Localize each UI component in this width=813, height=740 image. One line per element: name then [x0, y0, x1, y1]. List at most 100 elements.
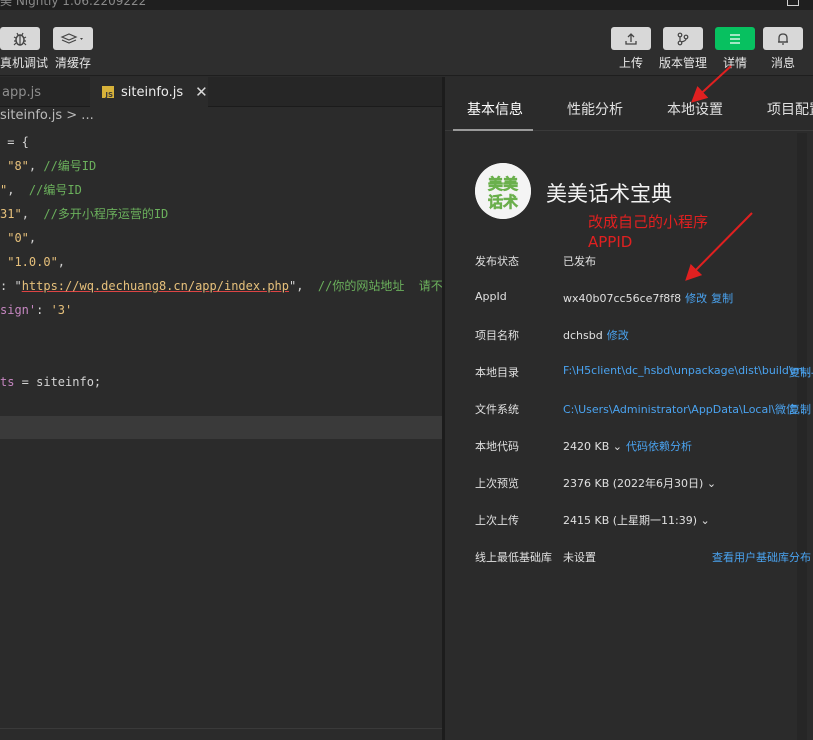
- row-value-text: wx40b07cc56ce7f8f8: [563, 292, 682, 305]
- details-tabs: 基本信息 性能分析 本地设置 项目配置: [445, 77, 813, 131]
- row-label: 本地目录: [475, 366, 519, 379]
- row-value: dchsbd 修改: [563, 327, 629, 343]
- current-line-highlight: [0, 416, 442, 439]
- code-token: '3': [50, 303, 73, 317]
- row-link[interactable]: 修改: [607, 329, 629, 342]
- row-value-text: 未设置: [563, 551, 596, 564]
- close-icon[interactable]: ✕: [195, 83, 208, 101]
- code-line[interactable]: [0, 346, 442, 370]
- annotation-line-1: 改成自己的小程序: [588, 213, 709, 231]
- active-tab-indicator: [453, 129, 533, 131]
- bug-icon: [13, 32, 27, 46]
- bell-icon: [778, 32, 788, 45]
- code-line[interactable]: ts = siteinfo;: [0, 370, 442, 394]
- row-value-text[interactable]: 2420 KB ⌄: [563, 440, 622, 453]
- row-value: wx40b07cc56ce7f8f8 修改 复制: [563, 290, 733, 306]
- row-value: 未设置: [563, 549, 596, 565]
- row-value: C:\Users\Administrator\AppData\Local\微信.…: [563, 401, 807, 417]
- annotation-line-2: APPID: [588, 233, 633, 251]
- messages-label: 消息: [771, 56, 796, 70]
- row-label: 线上最低基础库: [475, 551, 552, 564]
- upload-icon: [625, 32, 637, 45]
- row-value-text[interactable]: 2376 KB (2022年6月30日) ⌄: [563, 477, 716, 490]
- editor-status-divider: [0, 728, 442, 740]
- code-token: //编号ID: [43, 159, 97, 173]
- clear-cache-button[interactable]: [53, 27, 93, 50]
- menu-icon: [730, 33, 740, 44]
- row-link[interactable]: 修改: [685, 292, 707, 305]
- details-button[interactable]: [715, 27, 755, 50]
- upload-button[interactable]: [611, 27, 651, 50]
- row-value: 2376 KB (2022年6月30日) ⌄: [563, 475, 716, 491]
- code-line[interactable]: = {: [0, 130, 442, 154]
- logo-text-bottom: 话术: [488, 193, 518, 211]
- row-value: 2415 KB (上星期一11:39) ⌄: [563, 512, 710, 528]
- branch-icon: [677, 32, 689, 45]
- tab-performance[interactable]: 性能分析: [567, 99, 623, 119]
- breadcrumb[interactable]: siteinfo.js > ...: [0, 108, 94, 123]
- scrollbar[interactable]: [797, 133, 807, 740]
- tab-basic-info[interactable]: 基本信息: [467, 99, 523, 119]
- row-value: 2420 KB ⌄ 代码依赖分析: [563, 438, 692, 454]
- real-device-debug-button[interactable]: [0, 27, 40, 50]
- code-token: ts: [0, 375, 15, 389]
- row-link[interactable]: 代码依赖分析: [626, 440, 692, 453]
- real-device-debug-label: 真机调试: [0, 56, 49, 70]
- row-label: 上次预览: [475, 477, 519, 490]
- row-right-link[interactable]: 查看用户基础库分布: [712, 549, 811, 565]
- code-token: = siteinfo;: [14, 375, 102, 389]
- code-editor[interactable]: = { "8", //编号ID ", //编号ID 31", //多开小程序运营的I…: [0, 130, 442, 394]
- code-token: ,: [28, 231, 37, 245]
- code-token: ,: [28, 159, 44, 173]
- code-token: //你的网站地址 请不要把后: [317, 279, 442, 293]
- row-value-text: 已发布: [563, 255, 596, 268]
- row-value-text[interactable]: 2415 KB (上星期一11:39) ⌄: [563, 514, 710, 527]
- row-right-link[interactable]: 复制: [789, 401, 811, 417]
- version-management-label: 版本管理: [659, 56, 708, 70]
- row-label: 文件系统: [475, 403, 519, 416]
- code-token: ,: [21, 207, 44, 221]
- code-token: //多开小程序运营的ID: [43, 207, 169, 221]
- upload-label: 上传: [619, 56, 644, 70]
- row-label: AppId: [475, 290, 507, 303]
- row-label: 项目名称: [475, 329, 519, 342]
- code-line[interactable]: "1.0.0",: [0, 250, 442, 274]
- layers-icon: [60, 32, 83, 44]
- code-token: //编号ID: [28, 183, 82, 197]
- code-line[interactable]: "8", //编号ID: [0, 154, 442, 178]
- code-token: sign': [0, 303, 37, 317]
- row-label: 发布状态: [475, 255, 519, 268]
- clear-cache-label: 清缓存: [55, 56, 92, 70]
- row-link[interactable]: 复制: [711, 292, 733, 305]
- code-line[interactable]: sign': '3': [0, 298, 442, 322]
- annotation-text: 改成自己的小程序 APPID: [588, 212, 708, 252]
- messages-button[interactable]: [763, 27, 803, 50]
- tab-app-js[interactable]: app.js: [0, 77, 90, 107]
- row-label: 本地代码: [475, 440, 519, 453]
- code-line[interactable]: ", //编号ID: [0, 178, 442, 202]
- tab-siteinfo-js[interactable]: JS siteinfo.js ✕: [90, 77, 208, 107]
- toolbar: 真机调试 清缓存 上传 版本管理 详情 消息: [0, 10, 813, 76]
- row-value: 已发布: [563, 253, 596, 269]
- row-value: F:\H5client\dc_hsbd\unpackage\dist\build…: [563, 364, 813, 377]
- row-right-link[interactable]: 复制: [789, 364, 811, 380]
- row-link[interactable]: C:\Users\Administrator\AppData\Local\微信.…: [563, 403, 807, 416]
- code-line[interactable]: "0",: [0, 226, 442, 250]
- row-label: 上次上传: [475, 514, 519, 527]
- row-link[interactable]: F:\H5client\dc_hsbd\unpackage\dist\build…: [563, 364, 813, 377]
- tab-local-settings[interactable]: 本地设置: [667, 99, 723, 119]
- code-token: : ": [0, 279, 22, 293]
- code-line[interactable]: : "https://wq.dechuang8.cn/app/index.php…: [0, 274, 442, 298]
- details-label: 详情: [723, 56, 748, 70]
- tab-project-config[interactable]: 项目配置: [767, 99, 813, 119]
- maximize-button[interactable]: [787, 0, 799, 6]
- code-line[interactable]: [0, 322, 442, 346]
- code-token: ,: [7, 183, 29, 197]
- tab-label: siteinfo.js: [121, 84, 184, 100]
- code-token: = {: [0, 135, 29, 149]
- code-token: "8": [0, 159, 29, 173]
- code-token: 31": [0, 207, 22, 221]
- code-token: https://wq.dechuang8.cn/app/index.php: [21, 279, 289, 293]
- code-line[interactable]: 31", //多开小程序运营的ID: [0, 202, 442, 226]
- version-management-button[interactable]: [663, 27, 703, 50]
